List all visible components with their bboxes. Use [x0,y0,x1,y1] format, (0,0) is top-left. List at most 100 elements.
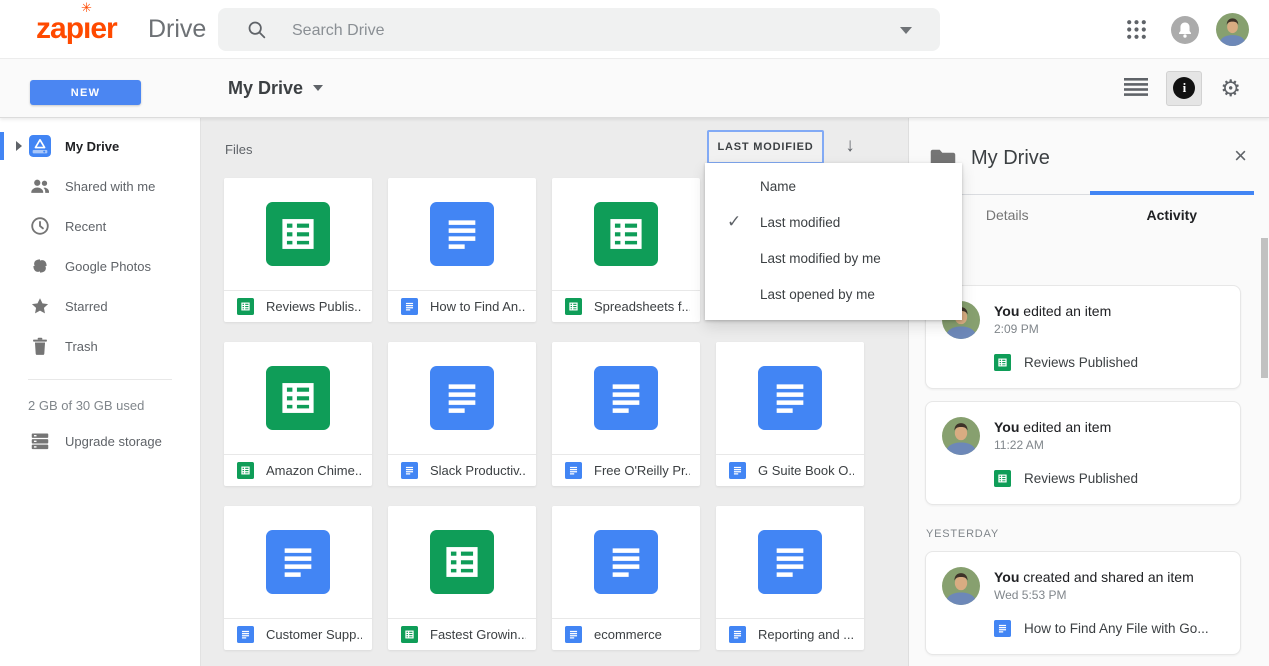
activity-time: 2:09 PM [994,322,1039,336]
settings-gear-icon[interactable]: ⚙ [1220,76,1241,100]
sidebar-item-starred[interactable]: Starred [0,286,200,326]
file-thumbnail [224,178,372,290]
file-card-footer: Reporting and ... [716,618,864,650]
file-thumbnail [552,506,700,618]
search-input[interactable] [290,8,854,53]
file-card[interactable]: G Suite Book O... [716,342,864,486]
details-info-button[interactable]: i [1166,70,1203,106]
zapier-logo[interactable]: zapı ✳ er [36,0,118,46]
activity-text: You edited an item [994,303,1112,319]
sidebar-item-label: Starred [65,298,108,314]
activity-card[interactable]: You created and shared an item Wed 5:53 P… [925,551,1241,655]
app-title: Drive [148,15,207,43]
doc-file-icon [401,298,418,315]
file-thumbnail [224,506,372,618]
activity-card[interactable]: You edited an item 2:09 PM Reviews Publish… [925,285,1241,389]
scrollbar-thumb[interactable] [1261,238,1268,378]
sidebar-item-trash[interactable]: Trash [0,326,200,366]
sheet-file-icon [994,354,1011,371]
apps-grid-icon[interactable] [1124,17,1149,42]
sort-direction-arrow-icon[interactable]: ↓ [838,134,862,158]
sort-menu-item-label: Last opened by me [760,286,875,302]
file-card[interactable]: Free O'Reilly Pr... [552,342,700,486]
sidebar-item-label: Google Photos [65,258,152,274]
new-button[interactable]: NEW [30,80,141,105]
file-thumbnail [388,342,536,454]
sort-by-button[interactable]: LAST MODIFIED [707,130,824,164]
file-card-footer: Free O'Reilly Pr... [552,454,700,486]
doc-file-icon [594,530,658,594]
user-avatar [942,567,980,605]
file-card[interactable]: Fastest Growin... [388,506,536,650]
breadcrumb-label: My Drive [228,77,304,98]
selected-indicator [0,132,4,160]
search-options-caret-icon[interactable] [900,27,912,34]
close-icon[interactable]: × [1234,145,1247,167]
file-name: Reviews Published [1024,471,1139,486]
doc-file-icon [430,202,494,266]
file-card[interactable]: ecommerce [552,506,700,650]
sidebar-item-label: Shared with me [65,178,156,194]
search-bar[interactable] [218,8,940,53]
file-card-footer: Fastest Growin... [388,618,536,650]
sort-menu-item[interactable]: ✓ Last modified [705,204,962,240]
check-icon: ✓ [727,212,742,231]
file-name: How to Find Any File with Go... [1024,621,1209,636]
file-card[interactable]: Reporting and ... [716,506,864,650]
tab-activity[interactable]: Activity [1090,207,1255,223]
notifications-bell-icon[interactable] [1171,16,1199,44]
file-card[interactable]: How to Find An... [388,178,536,322]
panel-title: My Drive [971,147,1050,169]
file-card[interactable]: Amazon Chime... [224,342,372,486]
file-thumbnail [552,178,700,290]
doc-file-icon [729,626,746,643]
account-avatar[interactable] [1216,13,1249,46]
activity-time: Wed 5:53 PM [994,588,1067,602]
sidebar-item-google-photos[interactable]: Google Photos [0,246,200,286]
sort-menu-item-label: Last modified by me [760,250,881,266]
activity-list: You edited an item 2:09 PM Reviews Publish… [925,285,1241,666]
upgrade-storage-button[interactable]: Upgrade storage [0,421,200,461]
top-bar: zapı ✳ er Drive [0,0,1269,59]
file-card-footer: G Suite Book O... [716,454,864,486]
file-card[interactable]: Reviews Publis... [224,178,372,322]
activity-file-link[interactable]: Reviews Published [994,470,1224,487]
file-card[interactable]: Slack Productiv... [388,342,536,486]
file-name: Spreadsheets f... [594,299,690,314]
activity-card[interactable]: You edited an item 11:22 AM Reviews Publis… [925,401,1241,505]
sidebar-item-recent[interactable]: Recent [0,206,200,246]
file-name: Amazon Chime... [266,463,362,478]
storage-icon [29,430,51,452]
sheet-file-icon [237,462,254,479]
breadcrumb[interactable]: My Drive [228,59,324,117]
activity-file-link[interactable]: How to Find Any File with Go... [994,620,1224,637]
details-panel: My Drive × Details Activity You edited a… [909,117,1269,666]
sidebar-nav: My Drive Shared with me Recent Google Ph… [0,117,200,366]
sidebar-item-label: Recent [65,218,107,234]
sidebar-item-label: My Drive [65,138,120,154]
doc-file-icon [758,530,822,594]
storage-usage-text: 2 GB of 30 GB used [28,398,145,413]
activity-time: 11:22 AM [994,438,1044,452]
active-tab-indicator [1089,191,1254,195]
file-card-footer: Reviews Publis... [224,290,372,322]
file-card-footer: Customer Supp... [224,618,372,650]
sidebar-divider [28,379,172,380]
activity-file-link[interactable]: Reviews Published [994,354,1224,371]
list-view-icon[interactable] [1124,78,1149,98]
user-avatar [942,417,980,455]
sheet-file-icon [430,530,494,594]
sidebar-item-shared-with-me[interactable]: Shared with me [0,166,200,206]
file-card-footer: Slack Productiv... [388,454,536,486]
sort-menu-item[interactable]: Last opened by me [705,276,962,312]
sort-menu-item[interactable]: Last modified by me [705,240,962,276]
clock-icon [29,215,51,237]
disclosure-arrow-icon[interactable] [16,141,22,151]
sidebar-item-my-drive[interactable]: My Drive [0,126,200,166]
file-card[interactable]: Spreadsheets f... [552,178,700,322]
search-icon [246,19,267,40]
file-card[interactable]: Customer Supp... [224,506,372,650]
sort-menu: Name ✓ Last modified Last modified by me Las… [705,163,962,320]
file-card-footer: How to Find An... [388,290,536,322]
sort-menu-item[interactable]: Name [705,168,962,204]
